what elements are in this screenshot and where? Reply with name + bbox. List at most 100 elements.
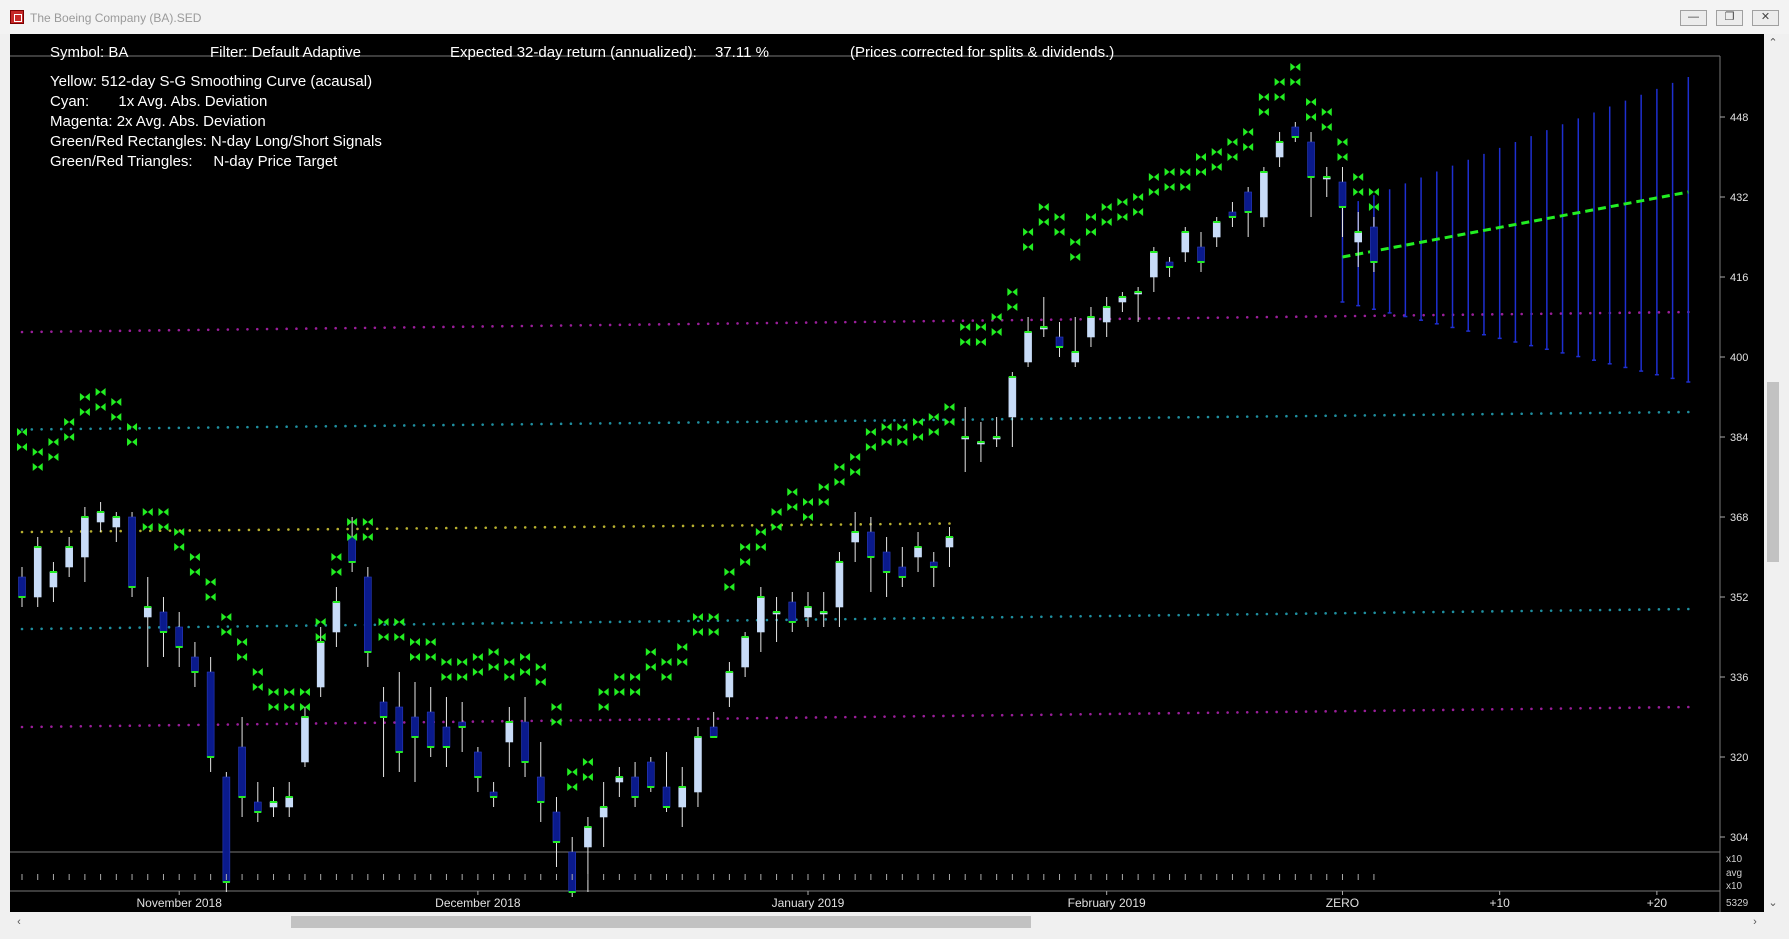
dev2-upper-curve-dot	[1118, 317, 1122, 321]
smoothing-curve-dot	[385, 527, 389, 530]
dev1-lower-curve-dot	[1226, 613, 1229, 616]
dev1-lower-curve-dot	[530, 621, 533, 625]
dev1-lower-curve-dot	[726, 619, 730, 622]
dev2-upper-curve-dot	[265, 327, 269, 331]
horizontal-scroll-thumb[interactable]	[291, 916, 1031, 928]
dev1-lower-curve-dot	[853, 617, 857, 621]
dev1-lower-curve-dot	[1451, 610, 1455, 614]
dev1-lower-curve-dot	[461, 622, 465, 626]
candle-body	[788, 601, 797, 623]
dev2-upper-curve-dot	[138, 329, 141, 332]
smoothing-curve-dot	[277, 528, 280, 531]
dev1-lower-curve-dot	[295, 624, 298, 628]
lower-panel-label: avg	[1726, 868, 1742, 879]
dev1-lower-curve-dot	[912, 616, 916, 620]
scroll-right-button[interactable]: ›	[1746, 912, 1764, 932]
dev1-upper-curve-dot	[1255, 415, 1259, 418]
dev2-upper-curve-dot	[20, 330, 24, 334]
dev2-lower-curve-dot	[422, 720, 426, 724]
dev1-upper-curve-dot	[932, 418, 935, 422]
close-button[interactable]: ✕	[1752, 10, 1779, 26]
smoothing-curve-dot	[563, 525, 566, 529]
scroll-up-button[interactable]: ⌃	[1764, 34, 1782, 52]
dev2-lower-curve-dot	[1402, 709, 1406, 712]
dev2-upper-curve-dot	[324, 327, 328, 330]
dev1-lower-curve-dot	[1216, 613, 1220, 616]
dev2-upper-curve-dot	[1510, 312, 1514, 316]
vertical-scrollbar[interactable]: ⌃ ⌄	[1764, 34, 1782, 912]
dev1-upper-curve-dot	[628, 421, 632, 425]
dev1-upper-curve-dot	[40, 427, 43, 431]
dev2-lower-curve-dot	[1549, 707, 1553, 710]
dev1-upper-curve-dot	[99, 427, 102, 430]
close-marker	[1024, 331, 1032, 333]
smoothing-curve-dot	[662, 524, 665, 528]
scroll-down-button[interactable]: ⌄	[1764, 894, 1782, 912]
close-marker	[18, 596, 26, 598]
smoothing-curve-dot	[859, 523, 862, 526]
dev2-lower-curve-dot	[589, 718, 592, 722]
candle-body	[1024, 331, 1032, 363]
dev2-upper-curve-dot	[765, 321, 769, 325]
close-marker	[411, 736, 419, 738]
dev1-lower-curve-dot	[687, 619, 690, 623]
dev2-lower-curve-dot	[697, 717, 700, 721]
close-marker	[1307, 176, 1315, 178]
dev1-upper-curve-dot	[1275, 415, 1278, 418]
dev2-upper-curve-dot	[353, 326, 357, 330]
dev2-lower-curve-dot	[177, 723, 181, 727]
dev1-lower-curve-dot	[138, 626, 141, 629]
candle-body	[725, 671, 734, 698]
dev1-upper-curve-dot	[1236, 415, 1239, 419]
dev1-lower-curve-dot	[648, 620, 651, 623]
chart-area[interactable]: 448 432 416 400 384 368 352 336 320 304 x10 avg x10 5…	[10, 34, 1764, 912]
legend-yellow: Yellow: 512-day S-G Smoothing Curve (aca…	[50, 73, 373, 90]
dev1-upper-curve-dot	[1589, 411, 1592, 415]
dev2-lower-curve-dot	[1167, 711, 1171, 715]
restore-button[interactable]: ❐	[1716, 10, 1743, 26]
smoothing-curve-dot	[336, 527, 340, 531]
dev1-upper-curve-dot	[1490, 412, 1494, 416]
dev1-upper-curve-dot	[1657, 411, 1661, 414]
dev2-lower-curve-dot	[1432, 708, 1435, 712]
dev1-lower-curve-dot	[236, 625, 239, 628]
dev1-lower-curve-dot	[1118, 614, 1122, 618]
dev1-upper-curve-dot	[422, 423, 426, 427]
horizontal-scrollbar[interactable]: ‹ ›	[10, 912, 1764, 932]
dev1-upper-curve-dot	[638, 421, 641, 425]
dev1-upper-curve-dot	[118, 427, 122, 430]
dev2-upper-curve-dot	[1383, 314, 1386, 317]
smoothing-curve-dot	[296, 528, 300, 531]
dev1-upper-curve-dot	[1059, 417, 1063, 420]
minimize-button[interactable]: —	[1680, 10, 1707, 26]
dev2-lower-curve-dot	[1049, 713, 1053, 716]
dev1-upper-curve-dot	[687, 421, 690, 424]
smoothing-curve-dot	[70, 530, 73, 533]
dev1-upper-curve-dot	[1530, 412, 1533, 415]
dev2-lower-curve-dot	[677, 717, 681, 721]
close-marker	[1071, 351, 1079, 353]
dev1-upper-curve-dot	[1451, 413, 1455, 416]
close-marker	[1166, 266, 1174, 268]
dev2-lower-curve-dot	[1118, 712, 1122, 716]
vertical-scroll-thumb[interactable]	[1767, 382, 1779, 562]
dev1-upper-curve-dot	[844, 419, 847, 423]
dev2-lower-curve-dot	[275, 722, 279, 726]
dev1-lower-curve-dot	[1049, 615, 1053, 618]
smoothing-curve-dot	[395, 527, 399, 530]
restore-icon: ❐	[1724, 11, 1735, 23]
dev1-lower-curve-dot	[540, 621, 543, 625]
dev2-upper-curve-dot	[589, 323, 592, 327]
dev1-lower-curve-dot	[1520, 609, 1523, 613]
dev1-lower-curve-dot	[89, 626, 92, 630]
dev2-lower-curve-dot	[1520, 707, 1523, 711]
candle-body	[741, 636, 749, 668]
dev2-lower-curve-dot	[1510, 707, 1514, 711]
dev2-lower-curve-dot	[363, 721, 367, 725]
dev2-upper-curve-dot	[1657, 311, 1661, 314]
dev1-upper-curve-dot	[1432, 413, 1435, 416]
smoothing-curve-dot	[514, 526, 517, 529]
dev2-upper-curve-dot	[540, 324, 543, 328]
candle-body	[65, 546, 73, 568]
scroll-left-button[interactable]: ‹	[10, 912, 28, 932]
